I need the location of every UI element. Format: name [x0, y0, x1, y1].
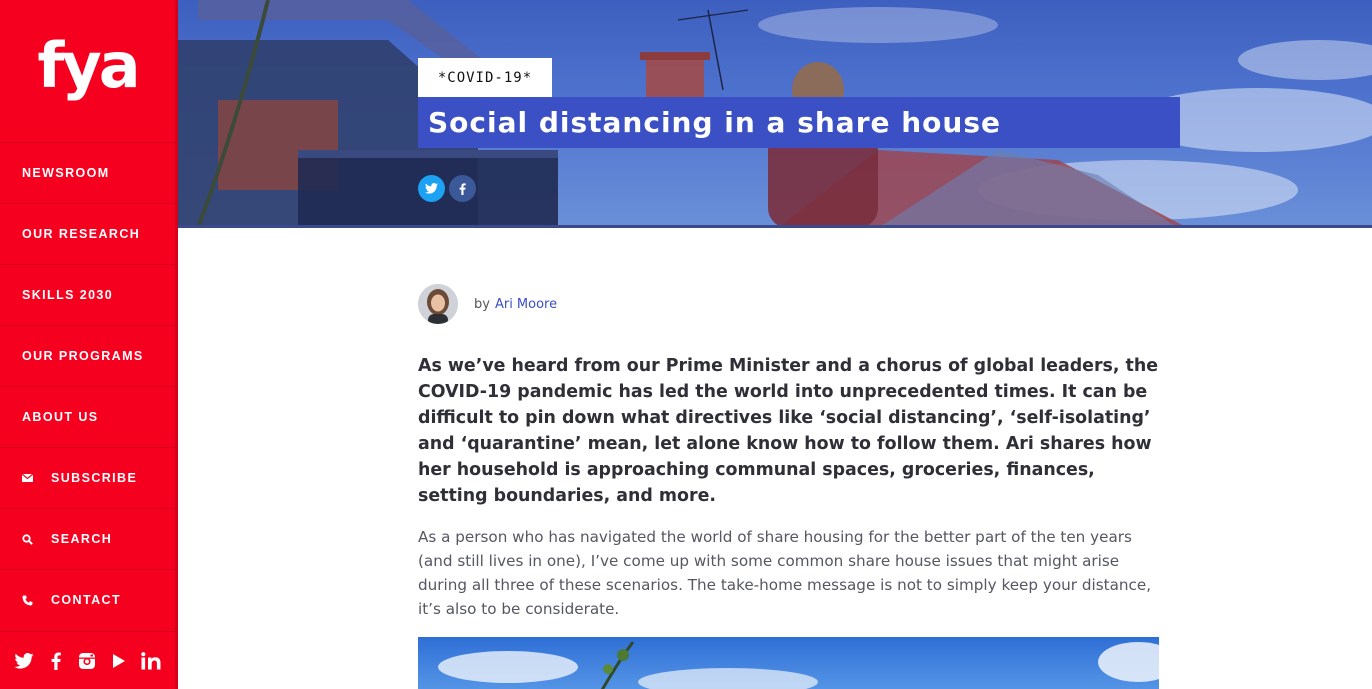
nav-item-label: CONTACT — [51, 593, 121, 607]
nav-item-label: ABOUT US — [22, 410, 99, 424]
instagram-icon[interactable] — [75, 649, 99, 673]
share-facebook-button[interactable] — [449, 175, 476, 202]
nav-item-label: OUR PROGRAMS — [22, 349, 144, 363]
page-title: Social distancing in a share house — [428, 106, 1001, 139]
article-lead: As we’ve heard from our Prime Minister a… — [418, 356, 1159, 506]
nav-item-newsroom[interactable]: NEWSROOM — [0, 142, 175, 203]
byline-text: by Ari Moore — [474, 297, 557, 312]
author-avatar — [418, 284, 458, 324]
sidebar: fya NEWSROOM OUR RESEARCH SKILLS 2030 OU… — [0, 0, 178, 689]
search-icon — [22, 533, 36, 545]
youtube-icon[interactable] — [107, 649, 131, 673]
twitter-icon — [425, 183, 438, 194]
nav-item-label: SUBSCRIBE — [51, 471, 138, 485]
twitter-icon[interactable] — [12, 649, 36, 673]
nav-item-about-us[interactable]: ABOUT US — [0, 386, 175, 447]
nav-item-label: SKILLS 2030 — [22, 288, 114, 302]
category-tag[interactable]: *COVID-19* — [418, 58, 552, 97]
article-paragraph: As a person who has navigated the world … — [418, 528, 1152, 618]
byline-prefix: by — [474, 296, 490, 312]
mail-icon — [22, 474, 36, 482]
nav-item-label: NEWSROOM — [22, 166, 110, 180]
byline: by Ari Moore — [418, 284, 557, 324]
article-image — [418, 637, 1159, 689]
linkedin-icon[interactable] — [139, 649, 163, 673]
nav-item-our-research[interactable]: OUR RESEARCH — [0, 203, 175, 264]
nav-item-subscribe[interactable]: SUBSCRIBE — [0, 447, 175, 508]
social-links — [0, 631, 175, 689]
fya-logo: fya — [37, 29, 140, 102]
nav-item-skills-2030[interactable]: SKILLS 2030 — [0, 264, 175, 325]
nav-item-our-programs[interactable]: OUR PROGRAMS — [0, 325, 175, 386]
facebook-icon — [459, 182, 466, 195]
nav-item-contact[interactable]: CONTACT — [0, 569, 175, 630]
hero-banner: *COVID-19* Social distancing in a share … — [178, 0, 1372, 228]
nav-item-label: OUR RESEARCH — [22, 227, 141, 241]
facebook-icon[interactable] — [44, 649, 68, 673]
nav-item-search[interactable]: SEARCH — [0, 508, 175, 569]
share-twitter-button[interactable] — [418, 175, 445, 202]
nav-item-label: SEARCH — [51, 532, 113, 546]
logo-link[interactable]: fya — [0, 0, 175, 142]
author-link[interactable]: Ari Moore — [495, 297, 557, 312]
title-band: Social distancing in a share house — [418, 97, 1180, 148]
phone-icon — [22, 595, 36, 606]
